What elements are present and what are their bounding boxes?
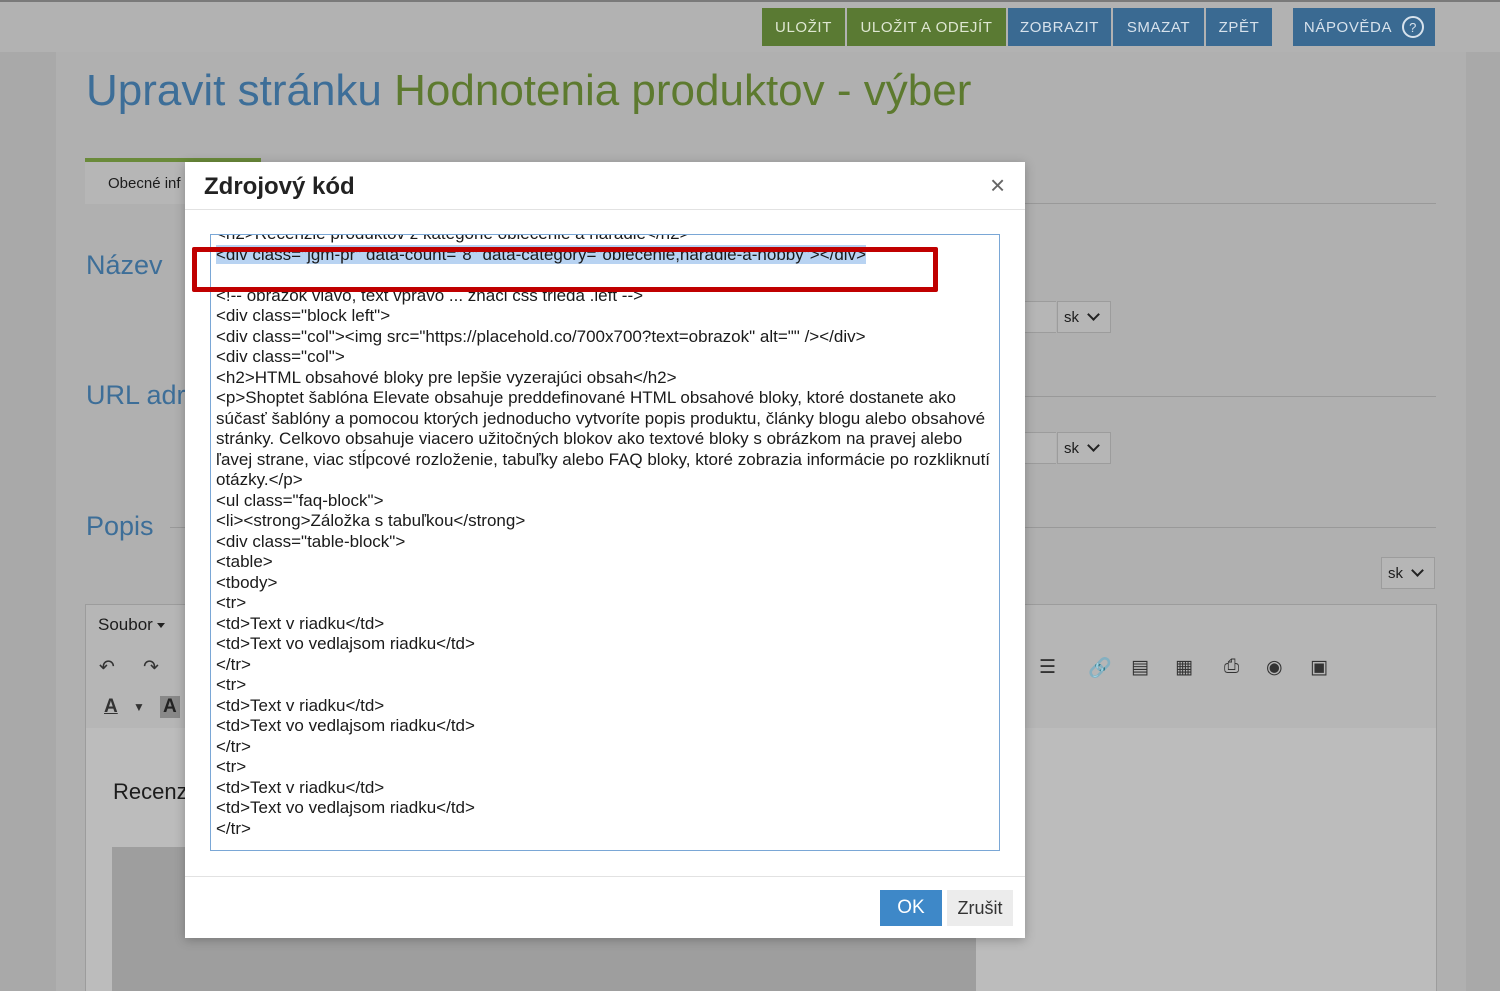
print-icon[interactable]: ⎙ bbox=[1224, 656, 1239, 678]
tab-general-label: Obecné inf bbox=[108, 175, 181, 192]
description-lang-select[interactable]: sk bbox=[1381, 557, 1435, 589]
editor-content-text: Recenz bbox=[113, 779, 188, 804]
ok-button[interactable]: OK bbox=[880, 890, 942, 926]
source-code-textarea[interactable]: <h2>Recenzie produktov z kategórie obleč… bbox=[210, 234, 1000, 851]
code-line: <div class="col"> bbox=[216, 347, 345, 366]
help-label: NÁPOVĚDA bbox=[1303, 18, 1393, 36]
lang-value: sk bbox=[1064, 308, 1079, 326]
cancel-button[interactable]: Zrušit bbox=[947, 890, 1013, 926]
page-title-name: Hodnotenia produktov - výber bbox=[394, 66, 972, 115]
code-line: <tr> bbox=[216, 593, 247, 612]
divider bbox=[1025, 203, 1436, 204]
chevron-down-icon bbox=[1087, 439, 1100, 452]
code-line: <td>Text vo vedlajsom riadku</td> bbox=[216, 716, 475, 735]
code-line: <li><strong>Záložka s tabuľkou</strong> bbox=[216, 511, 526, 530]
help-icon: ? bbox=[1402, 16, 1425, 38]
code-line: <td>Text vo vedlajsom riadku</td> bbox=[216, 798, 475, 817]
code-line: <p>Shoptet šablóna Elevate obsahuje pred… bbox=[216, 388, 995, 489]
undo-icon[interactable]: ↶ bbox=[99, 656, 115, 679]
code-line: </tr> bbox=[216, 736, 251, 756]
code-line: <div class="col"><img src="https://place… bbox=[216, 326, 866, 346]
lang-value: sk bbox=[1064, 439, 1079, 457]
dialog-title: Zdrojový kód bbox=[204, 173, 355, 200]
code-line: <h2>Recenzie produktov z kategórie obleč… bbox=[216, 235, 996, 245]
url-input[interactable] bbox=[1024, 432, 1056, 464]
save-button[interactable]: ULOŽIT bbox=[762, 8, 845, 46]
chevron-down-icon bbox=[1411, 564, 1424, 577]
code-line: <div class="block left"> bbox=[216, 306, 391, 325]
code-line: <tr> bbox=[216, 675, 247, 694]
delete-button[interactable]: SMAZAT bbox=[1113, 8, 1204, 46]
grid-icon[interactable]: ▦ bbox=[1175, 656, 1193, 679]
code-line: <div class="table-block"> bbox=[216, 531, 406, 551]
background-color-icon[interactable]: A bbox=[160, 696, 180, 718]
editor-file-menu-label: Soubor bbox=[98, 615, 153, 634]
indent-icon[interactable]: ☰ bbox=[1039, 656, 1056, 679]
chevron-down-icon bbox=[1087, 308, 1100, 321]
code-line: </tr> bbox=[216, 654, 251, 674]
highlight-annotation-box bbox=[192, 247, 938, 292]
top-toolbar: ULOŽIT ULOŽIT A ODEJÍT ZOBRAZIT SMAZAT Z… bbox=[0, 0, 1500, 52]
back-button[interactable]: ZPĚT bbox=[1206, 8, 1272, 46]
description-label: Popis bbox=[86, 511, 154, 541]
caret-down-icon bbox=[156, 623, 165, 629]
link-icon[interactable]: 🔗 bbox=[1088, 656, 1112, 680]
media-icon[interactable]: ▣ bbox=[1310, 656, 1328, 679]
help-button[interactable]: NÁPOVĚDA ? bbox=[1293, 8, 1435, 46]
code-line: <td>Text v riadku</td> bbox=[216, 695, 385, 715]
code-line: <td>Text v riadku</td> bbox=[216, 777, 385, 797]
url-lang-select[interactable]: sk bbox=[1057, 432, 1111, 464]
code-line: <ul class="faq-block"> bbox=[216, 490, 384, 510]
code-line: <h2>HTML obsahové bloky pre lepšie vyzer… bbox=[216, 367, 677, 387]
code-line: <td>Text vo vedlajsom riadku</td> bbox=[216, 634, 475, 653]
url-label: URL adre bbox=[86, 380, 201, 410]
code-line: <tr> bbox=[216, 757, 247, 776]
redo-icon[interactable]: ↷ bbox=[143, 656, 159, 679]
close-icon[interactable]: × bbox=[990, 172, 1005, 198]
divider bbox=[1025, 396, 1436, 397]
name-label: Název bbox=[86, 250, 163, 280]
divider bbox=[1025, 527, 1436, 528]
name-input[interactable] bbox=[1024, 301, 1056, 333]
code-line: <td>Text v riadku</td> bbox=[216, 613, 385, 633]
page-title: Upravit stránku Hodnotenia produktov - v… bbox=[86, 66, 971, 116]
dialog-footer: OK Zrušit bbox=[185, 876, 1025, 938]
image-search-icon[interactable]: ▤ bbox=[1131, 656, 1149, 679]
code-line: </tr> bbox=[216, 818, 251, 838]
editor-file-menu[interactable]: Soubor bbox=[98, 615, 165, 635]
divider bbox=[170, 527, 185, 528]
name-lang-select[interactable]: sk bbox=[1057, 301, 1111, 333]
save-and-leave-button[interactable]: ULOŽIT A ODEJÍT bbox=[847, 8, 1006, 46]
lang-value: sk bbox=[1388, 564, 1403, 582]
source-code-content: <h2>Recenzie produktov z kategórie obleč… bbox=[216, 235, 996, 839]
page-title-prefix: Upravit stránku bbox=[86, 66, 382, 115]
code-line: <table> bbox=[216, 552, 273, 571]
show-button[interactable]: ZOBRAZIT bbox=[1008, 8, 1111, 46]
dialog-header: Zdrojový kód × bbox=[185, 162, 1025, 210]
preview-eye-icon[interactable]: ◉ bbox=[1266, 656, 1283, 679]
caret-down-icon[interactable]: ▼ bbox=[133, 700, 145, 714]
text-color-icon[interactable]: A bbox=[104, 696, 118, 718]
code-line: <tbody> bbox=[216, 572, 278, 592]
